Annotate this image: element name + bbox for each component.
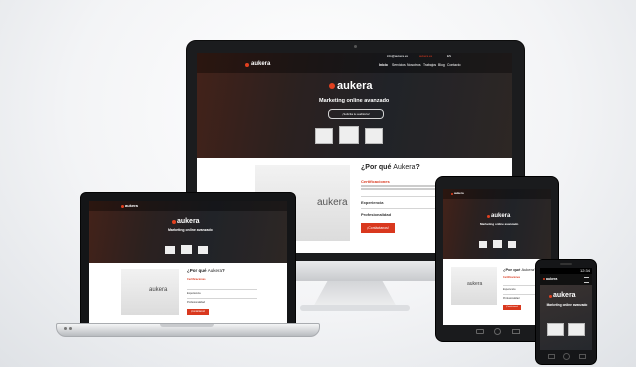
phone-home-key-icon[interactable] — [563, 353, 570, 360]
laptop-badge-3 — [198, 246, 208, 254]
tablet-hero-logo-icon — [487, 215, 490, 218]
laptop-nav: aukera — [89, 201, 287, 211]
nav-nosotros[interactable]: Nosotros — [407, 63, 421, 67]
laptop-logo-icon — [121, 205, 124, 208]
tablet-section-title: ¿Por qué Aukera? — [503, 267, 537, 272]
tablet-item-3[interactable]: Profesionalidad — [503, 297, 519, 300]
contact-button-label: ¡Contáctanos! — [367, 226, 389, 230]
tablet-logo-text[interactable]: aukera — [454, 191, 464, 195]
phone-screen: 12:34 aukera aukera Marketing online ava… — [540, 268, 592, 350]
laptop-badge-2 — [181, 245, 192, 254]
tablet-hero-logo-text: aukera — [491, 213, 511, 219]
top-bar-email[interactable]: info@aukera.es — [387, 54, 408, 58]
nav-blog[interactable]: Blog — [438, 63, 445, 67]
phone-badge-2 — [568, 323, 585, 336]
tablet-home-key-icon[interactable] — [494, 328, 501, 335]
item-profesionalidad[interactable]: Profesionalidad — [361, 212, 391, 217]
phone-speaker — [560, 263, 572, 265]
item-certificaciones[interactable]: Certificaciones — [361, 179, 390, 184]
tablet-item-2[interactable]: Experiencia — [503, 288, 516, 291]
phone-menu-key-icon[interactable] — [579, 354, 586, 359]
tablet-logo-icon — [451, 193, 453, 195]
phone-clock: 12:34 — [579, 268, 590, 273]
hero-logo-text: aukera — [337, 80, 373, 92]
cert-badge-1 — [315, 128, 333, 144]
laptop-hero-tagline: Marketing online avanzado — [168, 228, 213, 232]
tablet-item-1[interactable]: Certificaciones — [503, 276, 520, 279]
nav-contacto[interactable]: Contacto — [447, 63, 461, 67]
logo-icon — [245, 63, 249, 67]
laptop-screen: aukera aukera Marketing online avanzado … — [89, 201, 287, 323]
contact-button[interactable]: ¡Contáctanos! — [361, 223, 395, 233]
laptop-base-notch — [160, 324, 214, 327]
imac-stand-base — [300, 305, 410, 311]
nav-servicios[interactable]: Servicios — [392, 63, 406, 67]
hero-cta-label: ¡Solicita tu auditoría! — [342, 112, 370, 116]
tablet-hero-tagline: Marketing online avanzado — [480, 222, 519, 226]
phone-logo-icon — [543, 278, 545, 280]
tablet-video-player[interactable]: aukera — [451, 267, 497, 305]
phone-device: 12:34 aukera aukera Marketing online ava… — [535, 259, 597, 365]
phone-hero-logo-icon — [549, 295, 552, 298]
laptop-video-player[interactable]: aukera — [121, 269, 179, 315]
phone-hero-logo-text: aukera — [553, 292, 576, 299]
laptop-indicator-light — [64, 327, 67, 330]
cert-badge-2 — [339, 126, 359, 144]
tablet-menu-key-icon[interactable] — [512, 329, 520, 334]
laptop-item-1[interactable]: Certificaciones — [187, 278, 206, 281]
laptop-item-2[interactable]: Experiencia — [187, 292, 201, 295]
laptop-device: aukera aukera Marketing online avanzado … — [80, 192, 296, 329]
top-nav: info@aukera.es aukera.es ES aukera Inici… — [197, 53, 512, 73]
top-bar-lang[interactable]: ES — [447, 54, 451, 58]
phone-header: aukera — [540, 274, 592, 285]
tablet-back-key-icon[interactable] — [476, 329, 484, 334]
cert-badge-3 — [365, 128, 383, 144]
tablet-contact-button[interactable]: ¡Contáctanos! — [503, 305, 521, 310]
item-text-line — [361, 188, 435, 190]
hero-logo-icon — [329, 83, 335, 89]
top-bar-phone[interactable]: aukera.es — [419, 54, 432, 58]
video-logo-text: aukera — [317, 197, 348, 208]
tablet-badge-2 — [493, 240, 502, 248]
section-title: ¿Por qué Aukera? — [361, 164, 420, 171]
laptop-section-title: ¿Por qué Aukera? — [187, 268, 225, 273]
tablet-video-logo: aukera — [467, 281, 483, 287]
laptop-logo-text[interactable]: aukera — [125, 203, 138, 208]
laptop-contact-button[interactable]: ¡Contáctanos! — [187, 309, 209, 315]
laptop-item-3[interactable]: Profesionalidad — [187, 301, 205, 304]
laptop-badge-1 — [165, 246, 175, 254]
phone-menu-icon[interactable] — [584, 277, 589, 283]
phone-hero-tagline: Marketing online avanzado — [546, 303, 588, 307]
laptop-video-logo: aukera — [149, 287, 168, 293]
logo-text[interactable]: aukera — [251, 61, 270, 67]
imac-camera — [354, 45, 357, 48]
tablet-badge-3 — [508, 241, 516, 248]
phone-badge-1 — [547, 323, 564, 336]
hero-section: info@aukera.es aukera.es ES aukera Inici… — [197, 53, 512, 158]
item-text-line — [361, 185, 441, 187]
laptop-indicator-light — [69, 327, 72, 330]
phone-logo-text[interactable]: aukera — [546, 277, 557, 281]
hero-tagline: Marketing online avanzado — [319, 98, 390, 104]
item-experiencia[interactable]: Experiencia — [361, 200, 383, 205]
nav-inicio[interactable]: Inicio — [379, 63, 388, 67]
nav-trabajos[interactable]: Trabajos — [423, 63, 436, 67]
hero-cta-button[interactable]: ¡Solicita tu auditoría! — [328, 109, 384, 119]
tablet-badge-1 — [479, 241, 487, 248]
laptop-hero-logo-text: aukera — [177, 218, 200, 225]
phone-back-key-icon[interactable] — [548, 354, 555, 359]
laptop-hero-logo-icon — [172, 220, 176, 224]
